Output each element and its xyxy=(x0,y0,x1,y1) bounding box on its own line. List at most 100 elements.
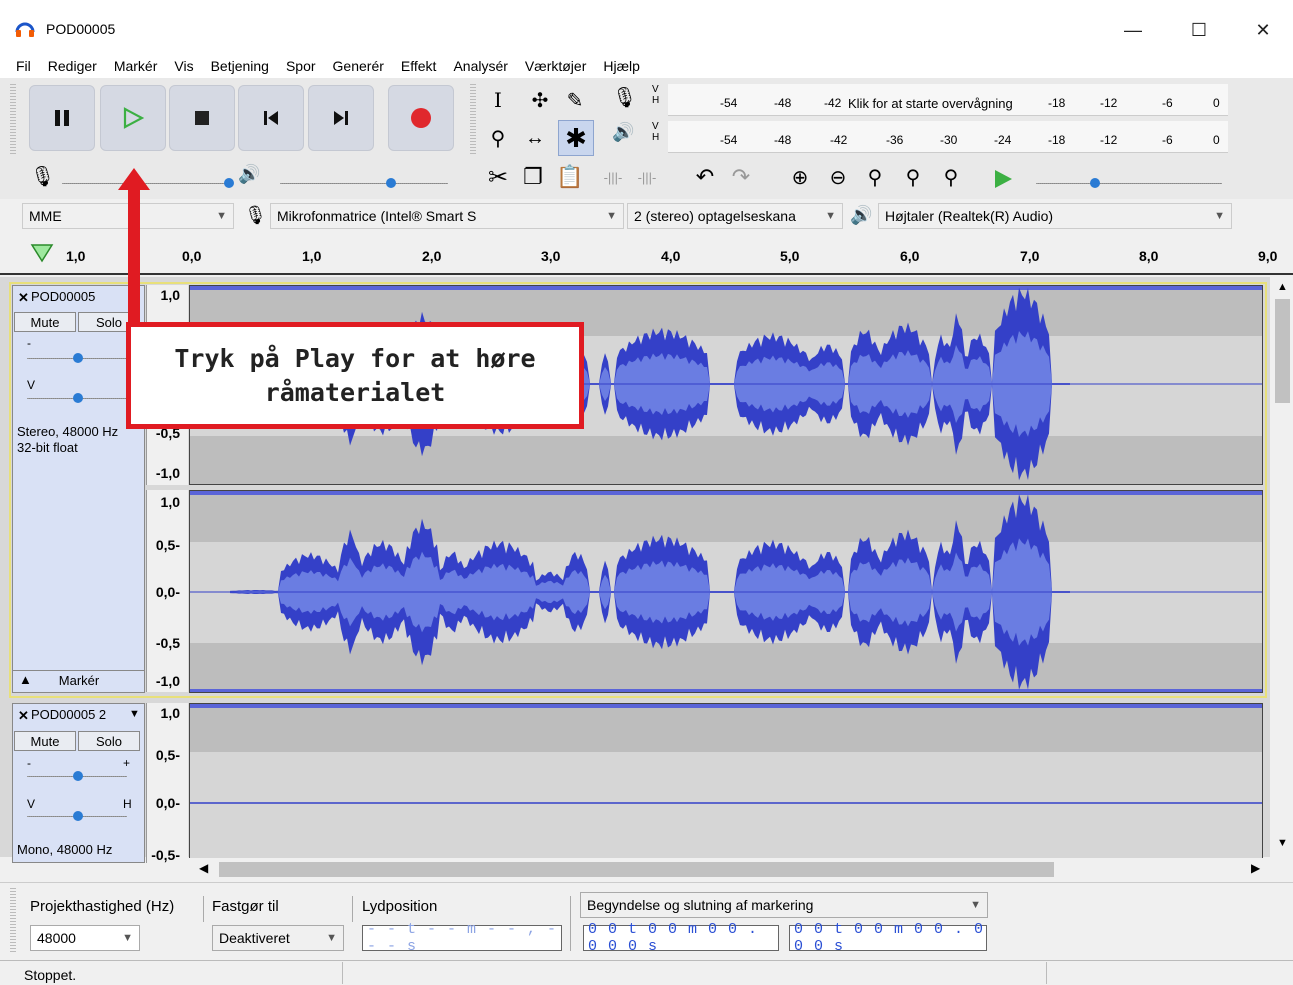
track2-solo-button[interactable]: Solo xyxy=(78,731,140,751)
track1-mute-button[interactable]: Mute xyxy=(14,312,76,332)
minimize-button[interactable]: — xyxy=(1110,10,1156,50)
skip-start-button[interactable] xyxy=(238,85,304,151)
scroll-left-icon[interactable]: ◀ xyxy=(199,861,208,875)
track1-gain-knob[interactable] xyxy=(73,353,83,363)
selection-mode-select[interactable]: Begyndelse og slutning af markering ▼ xyxy=(580,892,988,918)
menu-edit[interactable]: Rediger xyxy=(48,58,97,74)
envelope-tool-icon[interactable]: ✣ xyxy=(525,85,555,115)
menu-effect[interactable]: Effekt xyxy=(401,58,437,74)
record-meter-tick: -12 xyxy=(1100,96,1118,110)
ruler-label: 2,0 xyxy=(422,248,442,264)
snap-to-select[interactable]: Deaktiveret ▼ xyxy=(212,925,344,951)
project-rate-value: 48000 xyxy=(37,930,76,946)
selection-toolbar-grip[interactable] xyxy=(10,888,16,954)
project-rate-select[interactable]: 48000 ▼ xyxy=(30,925,140,951)
stop-button[interactable] xyxy=(169,85,235,151)
play-button[interactable] xyxy=(100,85,166,151)
scroll-right-icon[interactable]: ▶ xyxy=(1251,861,1260,875)
close-button[interactable]: ✕ xyxy=(1240,10,1286,50)
track2-waveform[interactable] xyxy=(189,703,1263,863)
play-at-speed-button[interactable] xyxy=(992,168,1014,193)
selection-end-time[interactable]: 0 0 t 0 0 m 0 0 . 0 0 0 s xyxy=(789,921,987,955)
skip-end-button[interactable] xyxy=(308,85,374,151)
play-speed-knob[interactable] xyxy=(1090,178,1100,188)
output-device-select[interactable]: Højtaler (Realtek(R) Audio) ▼ xyxy=(878,203,1232,229)
maximize-button[interactable]: ☐ xyxy=(1176,10,1222,50)
track2-close-icon[interactable]: ✕ xyxy=(18,708,29,724)
record-button[interactable] xyxy=(388,85,454,151)
input-channels-select[interactable]: 2 (stereo) optagelseskana ▼ xyxy=(627,203,843,229)
menu-select[interactable]: Markér xyxy=(114,58,158,74)
track1-name-menu[interactable]: POD00005 xyxy=(31,289,95,304)
redo-icon[interactable]: ↷ xyxy=(726,162,756,192)
undo-icon[interactable]: ↶ xyxy=(690,162,720,192)
zoom-toggle-icon[interactable]: ⚲ xyxy=(936,162,966,192)
record-volume-knob[interactable] xyxy=(224,178,234,188)
vertical-scroll-thumb[interactable] xyxy=(1275,299,1290,403)
play-meter-speaker-icon[interactable]: 🔊 xyxy=(612,122,642,152)
scroll-down-icon[interactable]: ▼ xyxy=(1277,837,1288,849)
track1-collapse-icon[interactable]: ▲ xyxy=(19,672,32,687)
input-device-value: Mikrofonmatrice (Intel® Smart S xyxy=(277,208,477,224)
snap-to-label: Fastgør til xyxy=(212,898,279,915)
pause-button[interactable] xyxy=(29,85,95,151)
fit-selection-icon[interactable]: ⚲ xyxy=(860,162,890,192)
track1-right-waveform[interactable] xyxy=(189,490,1263,693)
track2-control-panel[interactable]: ✕ POD00005 2 ▼ Mute Solo - + V H Mono, 4… xyxy=(12,703,145,863)
ruler-label: 5,0 xyxy=(780,248,800,264)
timeshift-tool-icon[interactable]: ↔ xyxy=(520,123,550,153)
play-speed-slider[interactable] xyxy=(1036,183,1222,184)
horizontal-scroll-thumb[interactable] xyxy=(219,862,1054,877)
playback-volume-slider[interactable] xyxy=(280,183,448,184)
zoom-in-icon[interactable]: ⊕ xyxy=(785,162,815,192)
track1-format-info: 32-bit float xyxy=(17,440,78,455)
input-device-select[interactable]: Mikrofonmatrice (Intel® Smart S ▼ xyxy=(270,203,624,229)
menu-transport[interactable]: Betjening xyxy=(211,58,269,74)
vertical-scrollbar[interactable]: ▲ ▼ xyxy=(1272,277,1293,857)
selection-start-time[interactable]: 0 0 t 0 0 m 0 0 . 0 0 0 s xyxy=(583,921,779,955)
toolbar-grip[interactable] xyxy=(10,84,16,154)
track2-gain-knob[interactable] xyxy=(73,771,83,781)
tools-grip[interactable] xyxy=(470,84,476,154)
track2-scale[interactable]: 1,0 0,5- 0,0- -0,5- xyxy=(146,703,188,863)
playhead-pin-icon[interactable] xyxy=(30,243,54,266)
menu-generate[interactable]: Generér xyxy=(333,58,384,74)
record-meter-message[interactable]: Klik for at starte overvågning xyxy=(848,96,1013,111)
menu-analyze[interactable]: Analysér xyxy=(453,58,507,74)
track2-mute-button[interactable]: Mute xyxy=(14,731,76,751)
track2-menu-chevron-icon[interactable]: ▼ xyxy=(129,708,140,720)
silence-icon[interactable]: -|||- xyxy=(632,162,662,192)
menu-tools[interactable]: Værktøjer xyxy=(525,58,586,74)
scale-label: 1,0 xyxy=(160,287,180,303)
chevron-down-icon: ▼ xyxy=(825,210,836,222)
track1-right-scale[interactable]: 1,0 0,5- 0,0- -0,5 -1,0 xyxy=(146,490,188,692)
record-meter[interactable]: -54 -48 -42 Klik for at starte overvågni… xyxy=(668,84,1228,116)
menu-file[interactable]: Fil xyxy=(16,58,31,74)
playback-volume-knob[interactable] xyxy=(386,178,396,188)
multi-tool-icon[interactable]: ✱ xyxy=(558,120,594,156)
paste-icon[interactable]: 📋 xyxy=(555,162,585,192)
cut-icon[interactable]: ✂ xyxy=(483,162,513,192)
copy-icon[interactable]: ❐ xyxy=(518,162,548,192)
audio-position-time[interactable]: - - t - - m - - , - - - s xyxy=(362,921,562,955)
track1-select-button[interactable]: Markér xyxy=(37,670,121,690)
scroll-up-icon[interactable]: ▲ xyxy=(1277,281,1288,293)
selection-tool-icon[interactable]: I xyxy=(483,85,513,115)
menu-tracks[interactable]: Spor xyxy=(286,58,316,74)
trim-icon[interactable]: -|||- xyxy=(598,162,628,192)
draw-tool-icon[interactable]: ✎ xyxy=(560,85,590,115)
horizontal-scrollbar[interactable]: ◀ ▶ xyxy=(189,858,1272,880)
track1-close-icon[interactable]: ✕ xyxy=(18,290,29,306)
fit-project-icon[interactable]: ⚲ xyxy=(898,162,928,192)
track2-pan-knob[interactable] xyxy=(73,811,83,821)
track1-pan-knob[interactable] xyxy=(73,393,83,403)
play-meter[interactable]: -54 -48 -42 -36 -30 -24 -18 -12 -6 0 xyxy=(668,121,1228,153)
zoom-tool-icon[interactable]: ⚲ xyxy=(483,123,513,153)
toolbar-separator xyxy=(352,896,353,922)
audio-position-label: Lydposition xyxy=(362,898,438,915)
menu-help[interactable]: Hjælp xyxy=(603,58,640,74)
zoom-out-icon[interactable]: ⊖ xyxy=(823,162,853,192)
track2-name-menu[interactable]: POD00005 2 xyxy=(31,707,106,722)
record-meter-mic-icon[interactable]: 🎙 xyxy=(612,85,642,115)
menu-view[interactable]: Vis xyxy=(174,58,193,74)
